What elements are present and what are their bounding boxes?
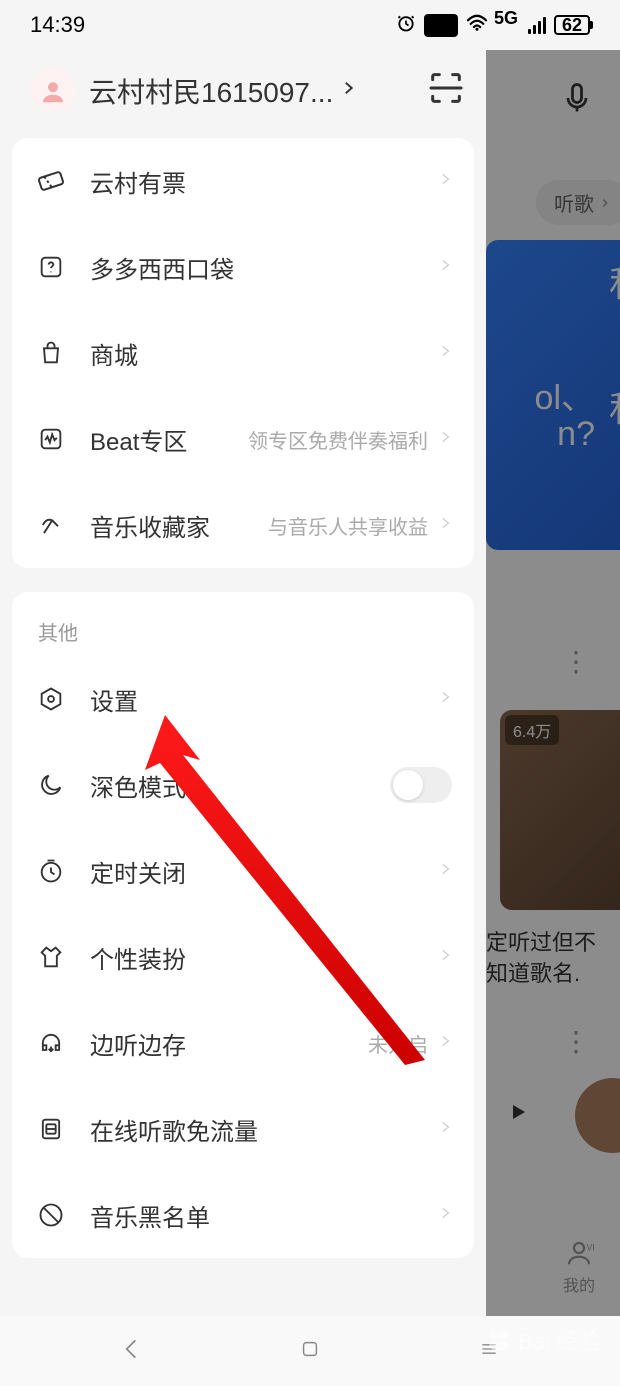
watermark: Bai 经验 (486, 1324, 600, 1356)
chevron-right-icon (438, 340, 452, 367)
item-label: 商城 (90, 336, 138, 371)
item-shop[interactable]: 商城 (12, 310, 474, 396)
item-collector[interactable]: 音乐收藏家 与音乐人共享收益 (12, 482, 474, 568)
profile-header[interactable]: 云村村民1615097... (0, 50, 486, 138)
item-label: 边听边存 (90, 1026, 186, 1061)
sim-icon (34, 1115, 68, 1143)
ban-icon (34, 1201, 68, 1229)
item-label: 音乐黑名单 (90, 1198, 210, 1233)
item-sub: 与音乐人共享收益 (268, 511, 428, 540)
headphone-download-icon (34, 1029, 68, 1057)
signal-icon (528, 16, 546, 34)
wave-box-icon (34, 425, 68, 453)
scan-icon[interactable] (426, 68, 466, 113)
wifi-icon (466, 14, 488, 37)
chevron-right-icon (438, 426, 452, 453)
menu-card-1: 云村有票 多多西西口袋 商城 Beat专区 领专区免费伴奏福利 (12, 138, 474, 568)
hd-icon: HD (424, 14, 458, 37)
chevron-right-icon (438, 254, 452, 281)
shop-icon (34, 339, 68, 367)
item-label: 云村有票 (90, 164, 186, 199)
item-label: 音乐收藏家 (90, 508, 210, 543)
shirt-icon (34, 943, 68, 971)
battery-icon: 62 (554, 15, 590, 35)
item-timer[interactable]: 定时关闭 (12, 828, 474, 914)
hexagon-icon (34, 685, 68, 713)
item-sub: 未开启 (368, 1029, 428, 1058)
item-ticket[interactable]: 云村有票 (12, 138, 474, 224)
item-theme[interactable]: 个性装扮 (12, 914, 474, 1000)
question-box-icon (34, 253, 68, 281)
chevron-right-icon (438, 1030, 452, 1057)
section-title-other: 其他 (12, 592, 474, 656)
side-drawer: 云村村民1615097... 云村有票 多多西西口袋 商城 (0, 50, 486, 1316)
alarm-icon (396, 13, 416, 38)
overlay[interactable] (486, 50, 620, 1316)
item-label: 多多西西口袋 (90, 250, 234, 285)
timer-icon (34, 857, 68, 885)
item-dark-mode[interactable]: 深色模式 (12, 742, 474, 828)
chevron-right-icon (438, 944, 452, 971)
moon-icon (34, 771, 68, 799)
chevron-right-icon (438, 1202, 452, 1229)
chevron-right-icon (438, 858, 452, 885)
item-sub: 领专区免费伴奏福利 (248, 425, 428, 454)
chevron-right-icon (438, 686, 452, 713)
item-settings[interactable]: 设置 (12, 656, 474, 742)
status-time: 14:39 (30, 12, 85, 38)
item-save-while-listen[interactable]: 边听边存 未开启 (12, 1000, 474, 1086)
item-label: 深色模式 (90, 768, 186, 803)
username: 云村村民1615097... (89, 71, 333, 111)
item-blacklist[interactable]: 音乐黑名单 (12, 1172, 474, 1258)
item-label: Beat专区 (90, 422, 187, 457)
ticket-icon (34, 166, 68, 196)
item-label: 在线听歌免流量 (90, 1112, 258, 1147)
hammer-icon (34, 511, 68, 539)
item-pocket[interactable]: 多多西西口袋 (12, 224, 474, 310)
watermark-text: Bai 经验 (518, 1324, 600, 1356)
status-bar: 14:39 HD 5G 62 (0, 0, 620, 50)
item-label: 个性装扮 (90, 940, 186, 975)
menu-card-other: 其他 设置 深色模式 定时关闭 个性装扮 (12, 592, 474, 1258)
status-icons: HD 5G 62 (396, 13, 590, 38)
item-beat[interactable]: Beat专区 领专区免费伴奏福利 (12, 396, 474, 482)
item-label: 定时关闭 (90, 854, 186, 889)
item-label: 设置 (90, 682, 138, 717)
chevron-right-icon (438, 512, 452, 539)
chevron-right-icon (438, 168, 452, 195)
item-free-data[interactable]: 在线听歌免流量 (12, 1086, 474, 1172)
chevron-right-icon (438, 1116, 452, 1143)
chevron-right-icon (339, 75, 357, 106)
dark-mode-toggle[interactable] (390, 767, 452, 803)
avatar[interactable] (30, 68, 75, 113)
back-icon[interactable] (118, 1336, 144, 1367)
network-type: 5G (494, 8, 518, 29)
home-icon[interactable] (299, 1338, 321, 1365)
